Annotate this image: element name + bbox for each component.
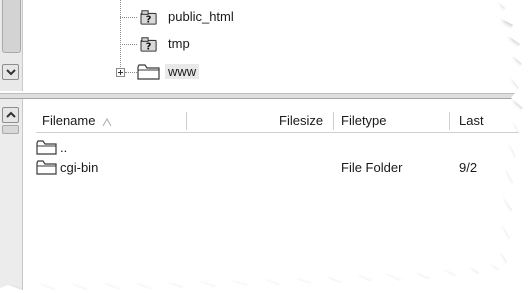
column-divider[interactable]: [186, 112, 187, 130]
chevron-down-icon: [6, 69, 16, 76]
remote-file-list: Filename Filesize Filetype Last .. cgi-b…: [0, 99, 532, 293]
tree-scrollbar-thumb[interactable]: [2, 0, 21, 53]
column-header-label: Last: [459, 113, 484, 128]
ftp-client-window: ? public_html ? tmp www Filename Filesiz…: [0, 0, 532, 293]
column-header-label: Filetype: [341, 113, 387, 128]
table-row[interactable]: ..: [36, 139, 532, 157]
column-header-filetype[interactable]: Filetype: [341, 109, 387, 132]
column-header-last-modified[interactable]: Last: [459, 109, 484, 132]
chevron-up-icon: [6, 111, 16, 118]
expand-plus-icon[interactable]: [116, 68, 125, 77]
question-folder-icon: ?: [140, 37, 157, 52]
tree-item-label: www: [165, 64, 200, 79]
table-row[interactable]: cgi-bin File Folder 9/2: [36, 159, 532, 177]
folder-icon: [137, 64, 160, 80]
sort-ascending-icon: [102, 115, 112, 130]
tree-vertical-scrollbar[interactable]: [0, 0, 23, 91]
column-header-filename[interactable]: Filename: [42, 109, 95, 132]
svg-text:?: ?: [146, 14, 152, 25]
tree-item-label: tmp: [168, 36, 190, 51]
tree-scroll-down-button[interactable]: [2, 64, 19, 80]
question-folder-icon: ?: [140, 10, 157, 25]
tree-connector-line: [120, 44, 137, 45]
column-header-filesize[interactable]: Filesize: [279, 109, 323, 132]
filetype-cell: File Folder: [341, 160, 403, 175]
tree-connector-line: [120, 0, 121, 69]
folder-icon: [36, 140, 57, 155]
file-list-scrollbar-thumb[interactable]: [2, 125, 19, 134]
column-divider[interactable]: [449, 112, 450, 130]
last-modified-cell: 9/2: [459, 160, 478, 175]
column-header-label: Filesize: [279, 113, 324, 128]
column-header-label: Filename: [42, 113, 96, 128]
file-list-scroll-up-button[interactable]: [2, 107, 19, 123]
tree-connector-line: [120, 17, 137, 18]
file-list-vertical-scrollbar[interactable]: [0, 99, 23, 293]
svg-text:?: ?: [146, 41, 152, 52]
column-divider[interactable]: [333, 112, 334, 130]
remote-directory-tree: ? public_html ? tmp www: [0, 0, 532, 95]
tree-item-label: public_html: [168, 9, 234, 24]
file-list-header: Filename Filesize Filetype Last: [36, 109, 532, 133]
filename-cell: ..: [60, 140, 68, 155]
filename-cell: cgi-bin: [60, 160, 99, 175]
folder-icon: [36, 160, 57, 175]
tree-connector-line: [125, 72, 137, 73]
